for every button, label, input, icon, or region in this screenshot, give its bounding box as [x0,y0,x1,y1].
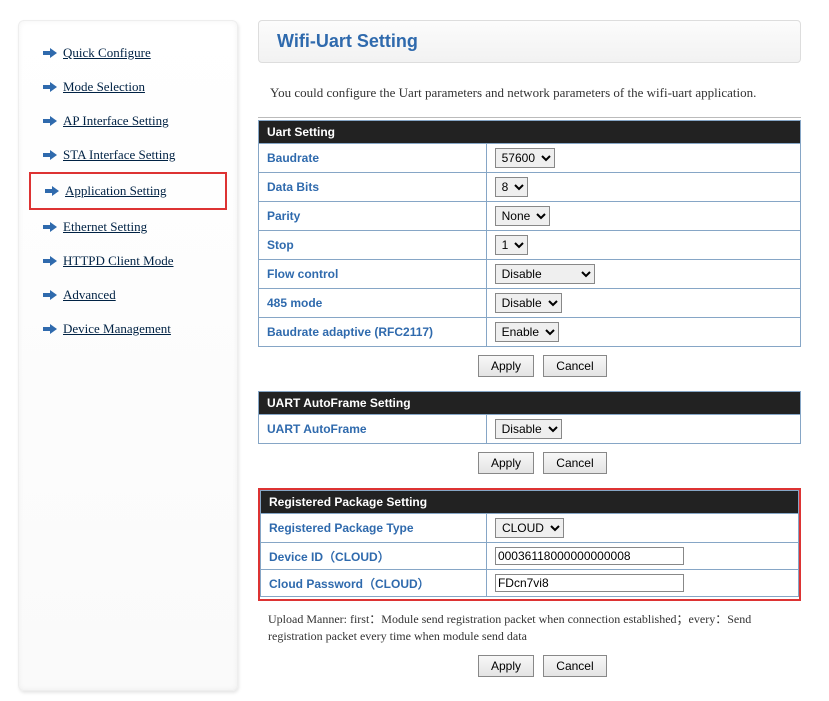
nav-label: Quick Configure [63,45,151,61]
flow-label: Flow control [259,260,487,289]
stop-select[interactable]: 1 [495,235,528,255]
main-content: Wifi-Uart Setting You could configure th… [258,10,819,691]
nav-label: Application Setting [65,183,166,199]
cancel-button[interactable]: Cancel [543,355,606,377]
nav-label: HTTPD Client Mode [63,253,174,269]
arrow-right-icon [43,255,57,267]
nav-ap-interface[interactable]: AP Interface Setting [39,104,227,138]
apply-button[interactable]: Apply [478,655,534,677]
divider [258,117,801,118]
apply-button[interactable]: Apply [478,452,534,474]
cancel-button[interactable]: Cancel [543,452,606,474]
r485-select[interactable]: Disable [495,293,562,313]
arrow-right-icon [43,81,57,93]
stop-label: Stop [259,231,487,260]
page-title-box: Wifi-Uart Setting [258,20,801,63]
device-id-input[interactable] [495,547,684,565]
nav-sta-interface[interactable]: STA Interface Setting [39,138,227,172]
baudrate-select[interactable]: 57600 [495,148,555,168]
arrow-right-icon [43,221,57,233]
parity-label: Parity [259,202,487,231]
nav-label: AP Interface Setting [63,113,169,129]
arrow-right-icon [43,149,57,161]
upload-note: Upload Manner: first：Module send registr… [258,605,801,655]
parity-select[interactable]: None [495,206,550,226]
uart-table: Baudrate 57600 Data Bits 8 Parity None S… [258,143,801,347]
arrow-right-icon [43,323,57,335]
r485-label: 485 mode [259,289,487,318]
autoframe-section-header: UART AutoFrame Setting [258,391,801,414]
registered-section-header: Registered Package Setting [260,490,799,513]
baudrate-label: Baudrate [259,144,487,173]
adaptive-label: Baudrate adaptive (RFC2117) [259,318,487,347]
nav-ethernet-setting[interactable]: Ethernet Setting [39,210,227,244]
device-id-label: Device ID（CLOUD） [261,543,487,570]
reg-type-label: Registered Package Type [261,514,487,543]
cloud-pwd-input[interactable] [495,574,684,592]
nav-label: STA Interface Setting [63,147,175,163]
arrow-right-icon [43,47,57,59]
nav-label: Advanced [63,287,116,303]
page-description: You could configure the Uart parameters … [270,85,801,101]
autoframe-select[interactable]: Disable [495,419,562,439]
arrow-right-icon [45,185,59,197]
adaptive-select[interactable]: Enable [495,322,559,342]
cancel-button[interactable]: Cancel [543,655,606,677]
nav-device-management[interactable]: Device Management [39,312,227,346]
arrow-right-icon [43,289,57,301]
registered-package-highlight: Registered Package Setting Registered Pa… [258,488,801,601]
nav-application-setting[interactable]: Application Setting [29,172,227,210]
page-title: Wifi-Uart Setting [277,31,782,52]
apply-button[interactable]: Apply [478,355,534,377]
reg-type-select[interactable]: CLOUD [495,518,564,538]
nav-mode-selection[interactable]: Mode Selection [39,70,227,104]
databits-select[interactable]: 8 [495,177,528,197]
databits-label: Data Bits [259,173,487,202]
nav-label: Mode Selection [63,79,145,95]
cloud-pwd-label: Cloud Password（CLOUD） [261,570,487,597]
uart-section-header: Uart Setting [258,120,801,143]
flow-select[interactable]: Disable [495,264,595,284]
nav-advanced[interactable]: Advanced [39,278,227,312]
autoframe-table: UART AutoFrame Disable [258,414,801,444]
autoframe-label: UART AutoFrame [259,415,487,444]
arrow-right-icon [43,115,57,127]
nav-label: Ethernet Setting [63,219,147,235]
nav-quick-configure[interactable]: Quick Configure [39,36,227,70]
registered-table: Registered Package Type CLOUD Device ID（… [260,513,799,597]
nav-httpd-client[interactable]: HTTPD Client Mode [39,244,227,278]
sidebar: Quick Configure Mode Selection AP Interf… [18,20,238,691]
nav-label: Device Management [63,321,171,337]
